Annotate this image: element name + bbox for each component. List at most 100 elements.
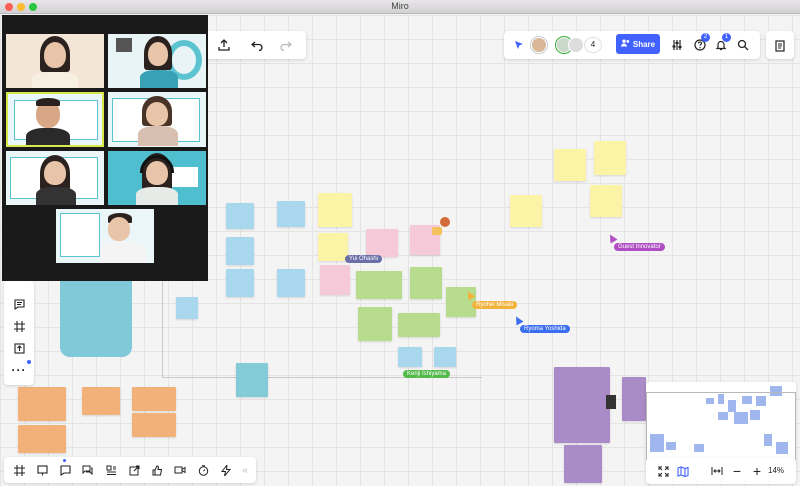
participant-clothing xyxy=(36,187,76,205)
participant-face xyxy=(146,102,168,126)
sticky-note[interactable] xyxy=(398,347,422,367)
sticky-note[interactable] xyxy=(132,387,176,411)
settings-sliders-icon[interactable] xyxy=(668,35,686,55)
sticky-note[interactable] xyxy=(318,193,352,227)
fit-width-icon[interactable] xyxy=(708,462,726,480)
comment-icon[interactable] xyxy=(10,295,28,313)
sticky-note[interactable] xyxy=(398,313,440,337)
collaborator-cursor-label: Ryohei Misaki xyxy=(472,301,518,309)
participant-video[interactable] xyxy=(6,92,104,147)
participant-face xyxy=(44,42,66,68)
frames-icon[interactable] xyxy=(10,461,28,479)
power-ups-icon[interactable] xyxy=(217,461,235,479)
sticky-note[interactable] xyxy=(18,425,66,453)
avatar[interactable] xyxy=(568,37,584,53)
comments-icon[interactable] xyxy=(56,461,74,479)
sticky-note[interactable] xyxy=(410,267,442,299)
sticky-note[interactable] xyxy=(554,367,610,443)
participant-clothing xyxy=(138,126,178,146)
sticky-note[interactable] xyxy=(82,387,120,415)
sticky-note[interactable] xyxy=(554,149,586,181)
sticky-note[interactable] xyxy=(226,237,254,265)
reactions-thumbs-up-icon[interactable] xyxy=(148,461,166,479)
sticky-note[interactable] xyxy=(226,269,254,297)
window-titlebar: Miro xyxy=(0,0,800,14)
export-icon[interactable] xyxy=(214,35,234,55)
sticky-note[interactable] xyxy=(622,377,646,421)
collaborator-cursor-label: Kenji Ishiyama xyxy=(403,370,451,378)
collaborator-cursor-label: Ryoma Yoshida xyxy=(520,325,570,333)
sticky-note[interactable] xyxy=(366,229,398,257)
participant-video[interactable] xyxy=(108,92,206,147)
participant-video[interactable] xyxy=(6,151,104,205)
participant-clothing xyxy=(26,128,70,145)
participant-face xyxy=(148,42,168,66)
sticky-note[interactable] xyxy=(564,445,602,483)
participant-video[interactable] xyxy=(6,34,104,88)
sticky-note[interactable] xyxy=(277,201,305,227)
sticky-note[interactable] xyxy=(594,141,626,175)
sticky-note[interactable] xyxy=(60,277,132,357)
sticky-note xyxy=(606,395,616,409)
sticky-note[interactable] xyxy=(434,347,456,367)
upload-icon[interactable] xyxy=(10,339,28,357)
map-icon[interactable] xyxy=(674,462,692,480)
participant-clothing xyxy=(140,70,178,88)
participant-thumbnail xyxy=(116,38,132,52)
sticky-note[interactable] xyxy=(226,203,254,229)
share-button-label: Share xyxy=(632,39,656,49)
slide-graphic xyxy=(170,167,198,187)
sticky-note[interactable] xyxy=(132,413,176,437)
video-call-window[interactable] xyxy=(2,15,208,281)
slide-graphic xyxy=(60,213,100,257)
avatar[interactable] xyxy=(531,37,547,53)
participant-video[interactable] xyxy=(108,151,206,205)
sticky-note[interactable] xyxy=(320,265,350,295)
collaborator-cursor-icon xyxy=(606,232,618,244)
collaborator-cursor-label: Yui Ohashi xyxy=(345,255,383,263)
sticky-note[interactable] xyxy=(176,297,198,319)
frame-icon[interactable] xyxy=(10,317,28,335)
participant-video[interactable] xyxy=(56,209,154,263)
zoom-in-icon[interactable]: + xyxy=(748,462,766,480)
sticky-note[interactable] xyxy=(510,195,542,227)
cards-icon[interactable] xyxy=(102,461,120,479)
collapse-toolbar-icon[interactable]: « xyxy=(238,461,252,479)
share-button[interactable]: Share xyxy=(616,34,660,54)
notes-panel-toggle[interactable] xyxy=(766,31,794,59)
search-icon[interactable] xyxy=(734,35,752,55)
sticker-icon[interactable] xyxy=(440,217,450,227)
sticky-note[interactable] xyxy=(18,387,66,421)
sticky-note[interactable] xyxy=(356,271,402,299)
notes-icon xyxy=(774,39,786,57)
redo-icon[interactable] xyxy=(276,35,296,55)
minimap-viewport[interactable] xyxy=(646,392,796,462)
presentation-icon[interactable] xyxy=(33,461,51,479)
cursor-tracking-icon[interactable] xyxy=(510,35,528,55)
sticky-note[interactable] xyxy=(590,185,622,217)
timer-icon[interactable] xyxy=(194,461,212,479)
fit-to-screen-icon[interactable] xyxy=(654,462,672,480)
chat-icon[interactable] xyxy=(79,461,97,479)
sticky-note[interactable] xyxy=(318,233,348,261)
sticker-icon[interactable] xyxy=(432,227,442,235)
sticky-note[interactable] xyxy=(236,363,268,397)
participant-face xyxy=(44,161,66,185)
frame-outline xyxy=(162,267,163,377)
sticky-note[interactable] xyxy=(277,269,305,297)
minimap[interactable] xyxy=(646,382,796,464)
share-screen-icon[interactable] xyxy=(125,461,143,479)
participant-face xyxy=(108,217,130,241)
more-tools-icon[interactable]: ··· xyxy=(10,361,28,379)
participant-clothing xyxy=(136,187,178,205)
sticky-note[interactable] xyxy=(358,307,392,341)
help-badge: 2 xyxy=(701,33,710,42)
participant-clothing xyxy=(32,72,78,88)
zoom-out-icon[interactable]: − xyxy=(728,462,746,480)
collaborator-count[interactable]: 4 xyxy=(584,37,602,53)
video-call-icon[interactable] xyxy=(171,461,189,479)
participant-face xyxy=(146,161,168,185)
participant-video[interactable] xyxy=(108,34,206,88)
zoom-level[interactable]: 14% xyxy=(768,466,792,475)
undo-icon[interactable] xyxy=(247,35,267,55)
